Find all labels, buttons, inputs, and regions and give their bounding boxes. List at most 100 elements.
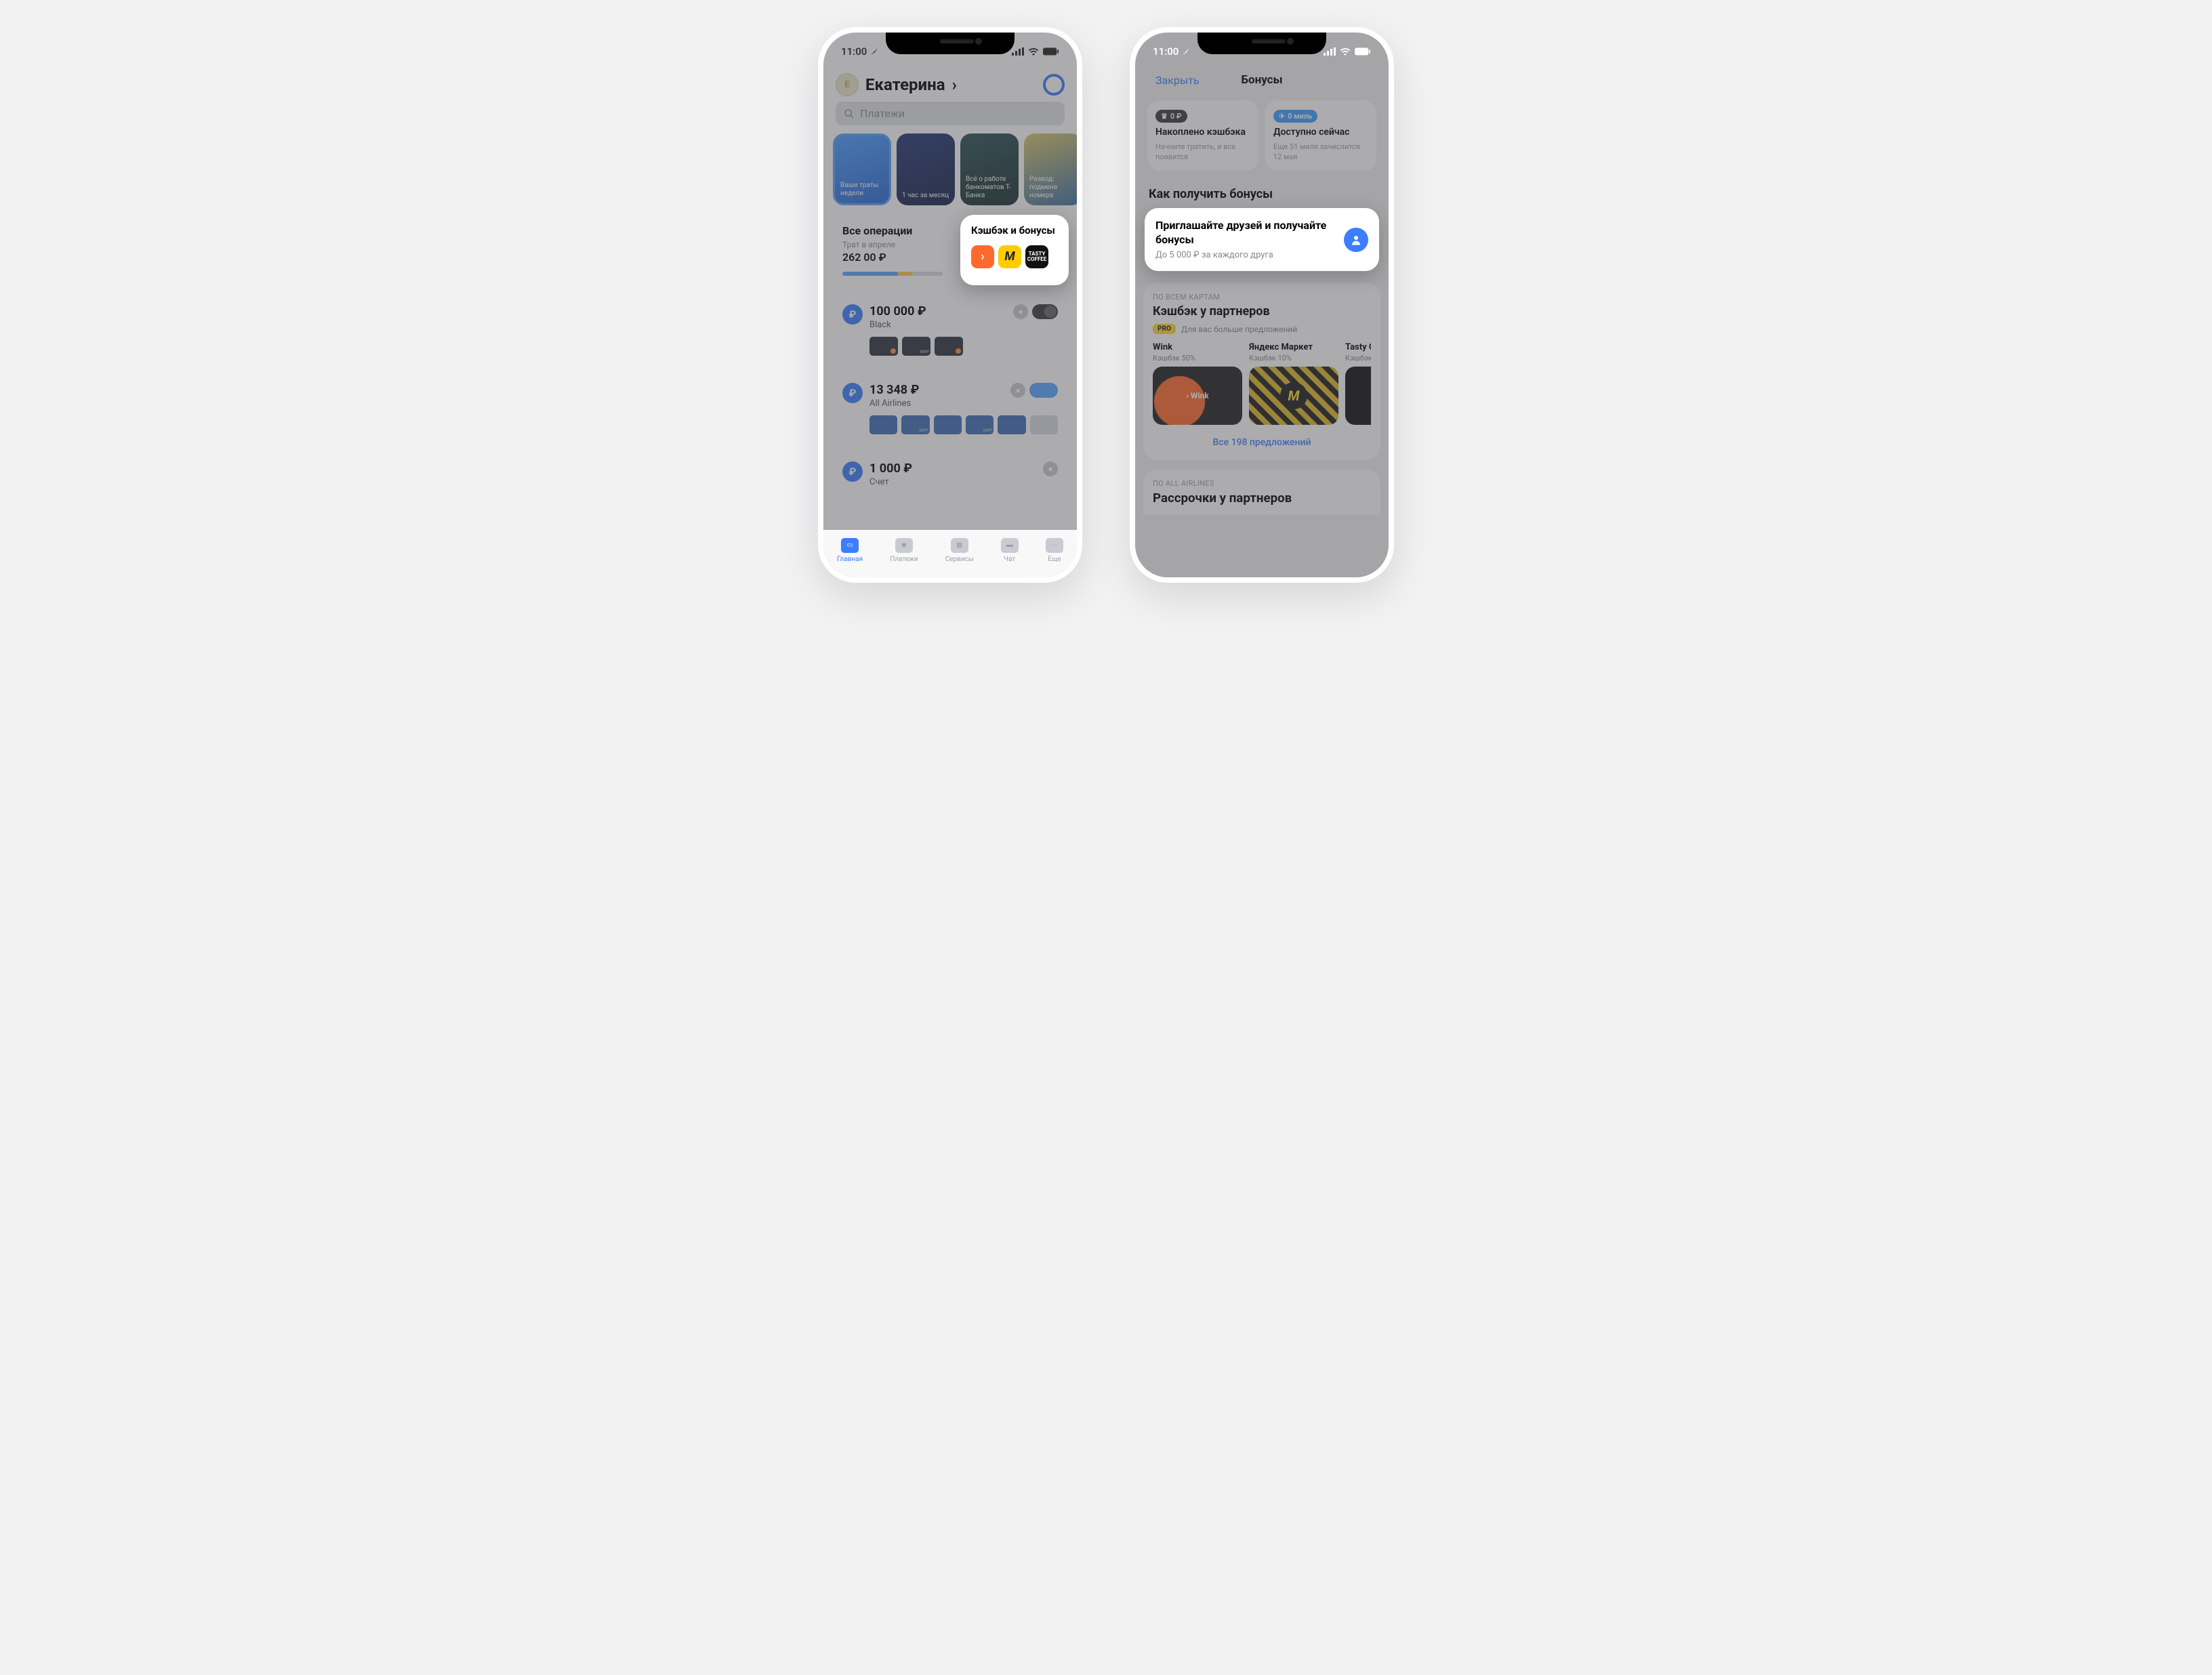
tab-label: Главная <box>837 556 863 563</box>
wink-logo-icon: › Wink <box>1153 367 1242 425</box>
miles-stat-card[interactable]: ✈ 0 миль Доступно сейчас Еще 51 миля зач… <box>1265 100 1376 171</box>
tab-more[interactable]: ⋯Еще <box>1046 538 1063 563</box>
section-title: Как получить бонусы <box>1143 182 1380 208</box>
chevron-right-icon: › <box>952 75 957 94</box>
tab-label: Чат <box>1004 556 1015 563</box>
wink-logo-icon: › <box>971 245 994 268</box>
spend-bar <box>842 272 943 276</box>
account-card[interactable]: ₽ 13 348 ₽ All Airlines ● <box>832 373 1069 444</box>
tab-label: Сервисы <box>945 556 974 563</box>
tab-chat[interactable]: ▬Чат <box>1001 538 1019 563</box>
invite-friends-card-highlight[interactable]: Приглашайте друзей и получайте бонусы До… <box>1145 208 1379 272</box>
notch <box>886 33 1015 54</box>
person-icon <box>1344 228 1368 252</box>
payment-card-icon[interactable] <box>1030 415 1058 434</box>
operations-amount: 262 00 ₽ <box>842 251 943 264</box>
profile-ring-icon[interactable] <box>1043 74 1065 96</box>
tab-services[interactable]: ▦Сервисы <box>945 538 974 563</box>
tab-bar: ▭ Главная ◉Платежи ▦Сервисы ▬Чат ⋯Еще <box>823 530 1077 577</box>
story-card[interactable]: Развод: подмена номера <box>1024 133 1077 205</box>
operations-sub: Трат в апреле <box>842 240 943 249</box>
shared-user-icon[interactable]: ● <box>1010 383 1025 398</box>
partners-block: ПО ВСЕМ КАРТАМ Кэшбэк у партнеров PRO Дл… <box>1143 283 1380 460</box>
screen-dimmed: Закрыть Бонусы ♛ 0 ₽ Накоплено кэшбэка Н… <box>1135 33 1389 577</box>
battery-icon <box>1043 47 1059 56</box>
search-input[interactable]: Платежи <box>836 102 1065 125</box>
offer-card[interactable]: Tasty C Кэшбэк TASTYCOFFEE <box>1345 342 1371 425</box>
payment-card-icon[interactable] <box>998 415 1025 434</box>
story-label: Ваши траты недели <box>840 182 884 198</box>
page-title: Бонусы <box>1241 73 1282 87</box>
stat-title: Накоплено кэшбэка <box>1155 127 1250 138</box>
story-card[interactable]: 1 час за месяц <box>897 133 955 205</box>
story-card[interactable]: Ваши траты недели <box>833 133 891 205</box>
overtitle: ПО ALL AIRLINES <box>1153 479 1371 488</box>
cashback-stat-card[interactable]: ♛ 0 ₽ Накоплено кэшбэка Начните тратить,… <box>1147 100 1258 171</box>
account-card[interactable]: ₽ 100 000 ₽ Black ● МИР <box>832 295 1069 365</box>
overtitle: ПО ВСЕМ КАРТАМ <box>1153 293 1371 302</box>
battery-icon <box>1355 47 1371 56</box>
payment-card-icon[interactable] <box>869 415 897 434</box>
story-card[interactable]: Всё о работе банкоматов Т-Банка <box>960 133 1019 205</box>
tab-payments[interactable]: ◉Платежи <box>890 538 918 563</box>
partners-title: Кэшбэк у партнеров <box>1153 304 1371 318</box>
cellular-icon <box>1324 47 1336 56</box>
user-header[interactable]: E Екатерина › <box>836 73 957 96</box>
story-label: Развод: подмена номера <box>1029 175 1077 200</box>
avatar: E <box>836 73 859 96</box>
account-name: All Airlines <box>869 398 919 409</box>
close-button[interactable]: Закрыть <box>1155 74 1200 87</box>
offer-name: Яндекс Маркет <box>1249 342 1338 352</box>
operations-card[interactable]: Все операции Трат в апреле 262 00 ₽ <box>832 215 954 285</box>
payment-card-icon[interactable] <box>935 337 963 356</box>
offer-card[interactable]: Wink Кэшбэк 50% › Wink <box>1153 342 1242 425</box>
shared-user-icon[interactable]: ● <box>1013 304 1028 319</box>
payment-card-icon[interactable] <box>869 337 898 356</box>
offer-card[interactable]: Яндекс Маркет Кэшбэк 10% <box>1249 342 1338 425</box>
account-card[interactable]: ₽ 1 000 ₽ Счет ● <box>832 452 1069 497</box>
location-icon <box>1182 47 1190 56</box>
modal-header: Закрыть Бонусы <box>1143 66 1380 94</box>
status-time: 11:00 <box>1153 45 1179 58</box>
stat-title: Доступно сейчас <box>1273 127 1368 138</box>
payment-card-icon[interactable]: МИР <box>901 415 929 434</box>
offer-cashback: Кэшбэк <box>1345 354 1371 363</box>
home-icon: ▭ <box>841 538 859 553</box>
invite-sub: До 5 000 ₽ за каждого друга <box>1155 250 1344 260</box>
account-balance: 1 000 ₽ <box>869 461 912 476</box>
cellular-icon <box>1012 47 1024 56</box>
stat-sub: Начните тратить, и все появится <box>1155 142 1250 163</box>
cashback-card-highlight[interactable]: Кэшбэк и бонусы › M TASTYCOFFEE <box>960 215 1069 285</box>
installments-block[interactable]: ПО ALL AIRLINES Рассрочки у партнеров <box>1143 470 1380 515</box>
search-icon <box>844 108 855 119</box>
status-time: 11:00 <box>841 45 867 58</box>
hide-toggle[interactable] <box>1032 304 1058 319</box>
stories-row: Ваши траты недели 1 час за месяц Всё о р… <box>832 133 1069 205</box>
payment-card-icon[interactable] <box>934 415 962 434</box>
all-offers-link[interactable]: Все 198 предложений <box>1153 432 1371 453</box>
installments-title: Рассрочки у партнеров <box>1153 491 1371 505</box>
phone-main: 11:00 E Екатерина › <box>818 27 1082 583</box>
tab-label: Еще <box>1048 556 1061 563</box>
account-name: Black <box>869 320 926 330</box>
user-name: Екатерина <box>865 75 945 94</box>
pro-text: Для вас больше предложений <box>1181 325 1297 334</box>
shared-user-icon[interactable]: ● <box>1043 461 1058 476</box>
status-icons <box>1012 47 1059 56</box>
crown-badge: ♛ 0 ₽ <box>1155 110 1187 123</box>
pill-badge <box>1029 383 1058 398</box>
wifi-icon <box>1340 47 1351 56</box>
merchant-logos: › M TASTYCOFFEE <box>971 245 1058 268</box>
location-icon <box>870 47 878 56</box>
story-label: Всё о работе банкоматов Т-Банка <box>966 175 1013 200</box>
operations-title: Все операции <box>842 224 943 237</box>
ruble-icon: ₽ <box>842 304 863 325</box>
story-label: 1 час за месяц <box>902 192 949 200</box>
tab-home[interactable]: ▭ Главная <box>837 538 863 563</box>
search-placeholder: Платежи <box>860 107 905 120</box>
payment-card-icon[interactable]: МИР <box>902 337 930 356</box>
payments-icon: ◉ <box>895 538 913 553</box>
plane-badge: ✈ 0 миль <box>1273 110 1317 123</box>
payment-card-icon[interactable]: МИР <box>966 415 994 434</box>
yandex-market-logo-icon: M <box>998 245 1021 268</box>
